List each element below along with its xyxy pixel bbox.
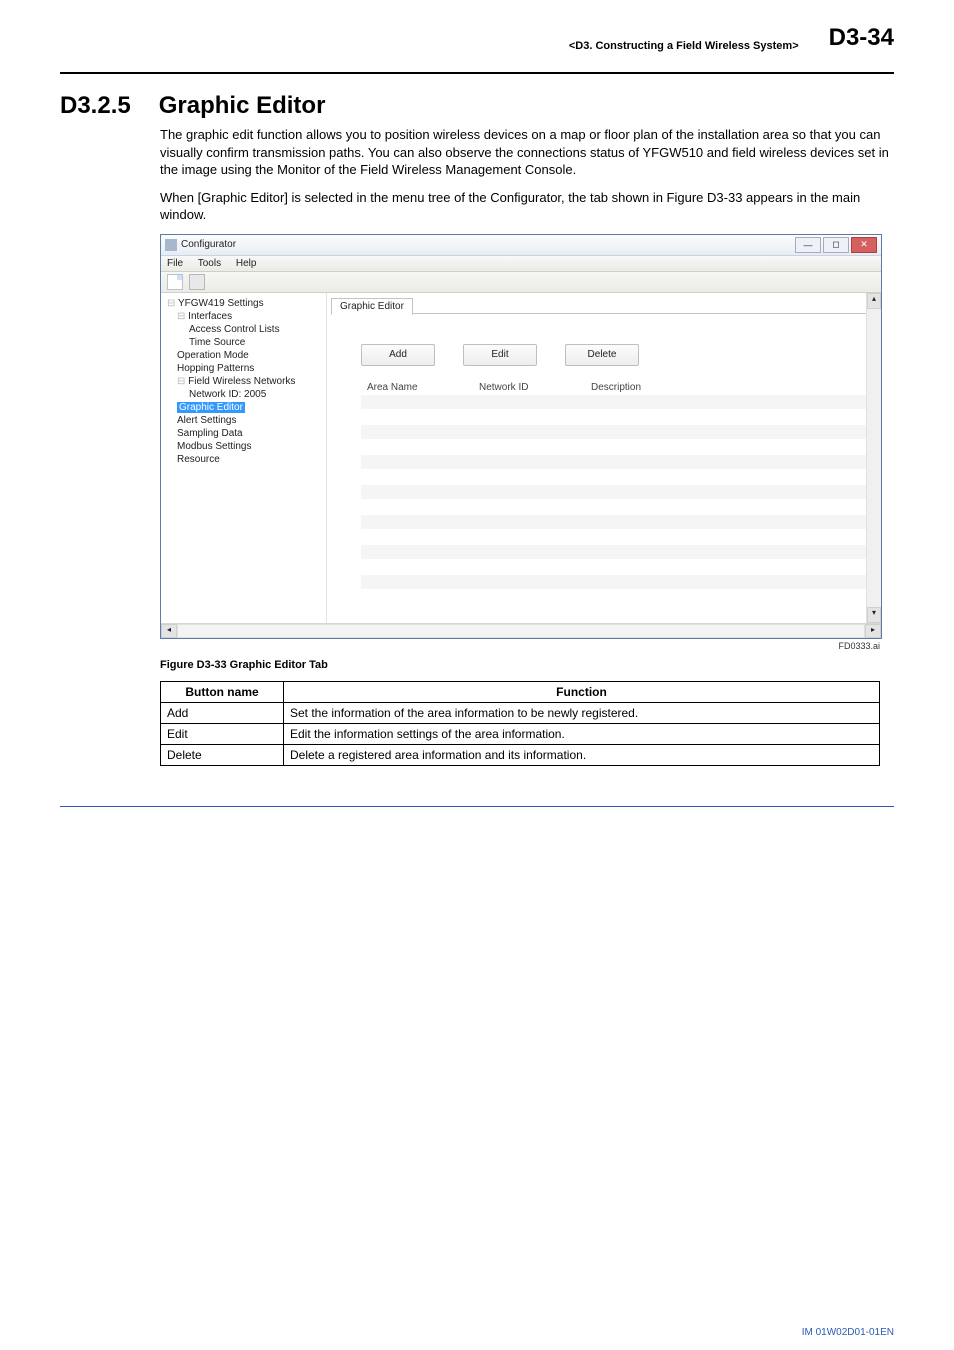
table-row[interactable] bbox=[361, 530, 873, 545]
cell-func: Delete a registered area information and… bbox=[284, 744, 880, 765]
minimize-button[interactable]: — bbox=[795, 237, 821, 253]
tree-pane[interactable]: ⊟ YFGW419 Settings ⊟ Interfaces Access C… bbox=[161, 293, 327, 623]
delete-button[interactable]: Delete bbox=[565, 344, 639, 366]
table-row[interactable] bbox=[361, 455, 873, 470]
grid-body[interactable] bbox=[361, 395, 873, 590]
tab-graphic-editor[interactable]: Graphic Editor bbox=[331, 298, 413, 315]
close-button[interactable]: ✕ bbox=[851, 237, 877, 253]
new-doc-icon[interactable] bbox=[167, 274, 183, 290]
tree-acl[interactable]: Access Control Lists bbox=[167, 323, 322, 336]
menu-file[interactable]: File bbox=[167, 258, 183, 269]
figure-caption: Figure D3-33 Graphic Editor Tab bbox=[160, 659, 894, 671]
tree-nid[interactable]: Network ID: 2005 bbox=[167, 388, 322, 401]
col-network-id[interactable]: Network ID bbox=[473, 380, 585, 395]
tree-resource[interactable]: Resource bbox=[167, 453, 322, 466]
tree-sampling[interactable]: Sampling Data bbox=[167, 427, 322, 440]
table-row[interactable] bbox=[361, 575, 873, 590]
table-row[interactable] bbox=[361, 500, 873, 515]
th-button-name: Button name bbox=[161, 681, 284, 702]
cell-func: Set the information of the area informat… bbox=[284, 702, 880, 723]
table-row[interactable] bbox=[361, 470, 873, 485]
tree-opmode[interactable]: Operation Mode bbox=[167, 349, 322, 362]
table-row[interactable] bbox=[361, 515, 873, 530]
tree-time[interactable]: Time Source bbox=[167, 336, 322, 349]
content-pane: Graphic Editor Add Edit Delete Area Name… bbox=[327, 293, 881, 623]
cell-name: Delete bbox=[161, 744, 284, 765]
tree-graphic-editor[interactable]: Graphic Editor bbox=[167, 401, 322, 414]
maximize-button[interactable]: ◻ bbox=[823, 237, 849, 253]
horizontal-scrollbar[interactable]: ◂ ▸ bbox=[161, 623, 881, 638]
menu-tools[interactable]: Tools bbox=[198, 258, 221, 269]
table-row: Add Set the information of the area info… bbox=[161, 702, 880, 723]
window-titlebar[interactable]: Configurator — ◻ ✕ bbox=[161, 235, 881, 256]
table-row[interactable] bbox=[361, 410, 873, 425]
scroll-right-icon[interactable]: ▸ bbox=[865, 624, 881, 638]
table-row: Edit Edit the information settings of th… bbox=[161, 723, 880, 744]
tree-root[interactable]: ⊟ YFGW419 Settings bbox=[167, 297, 322, 310]
tree-fwn[interactable]: ⊟ Field Wireless Networks bbox=[167, 375, 322, 388]
edit-button[interactable]: Edit bbox=[463, 344, 537, 366]
header-chapter: <D3. Constructing a Field Wireless Syste… bbox=[569, 40, 799, 52]
add-button[interactable]: Add bbox=[361, 344, 435, 366]
app-icon bbox=[165, 239, 177, 251]
col-area-name[interactable]: Area Name bbox=[361, 380, 473, 395]
function-table: Button name Function Add Set the informa… bbox=[160, 681, 880, 766]
cell-name: Edit bbox=[161, 723, 284, 744]
toolbar bbox=[161, 272, 881, 293]
tree-alert[interactable]: Alert Settings bbox=[167, 414, 322, 427]
paragraph-2: When [Graphic Editor] is selected in the… bbox=[160, 189, 894, 224]
vertical-scrollbar[interactable]: ▴ ▾ bbox=[866, 293, 881, 623]
window-title: Configurator bbox=[181, 239, 236, 250]
grid-header: Area Name Network ID Description bbox=[361, 380, 873, 395]
figure-id: FD0333.ai bbox=[160, 641, 880, 651]
scroll-left-icon[interactable]: ◂ bbox=[161, 624, 177, 638]
table-row[interactable] bbox=[361, 440, 873, 455]
table-row[interactable] bbox=[361, 425, 873, 440]
col-description[interactable]: Description bbox=[585, 380, 873, 395]
configurator-window: Configurator — ◻ ✕ File Tools Help bbox=[160, 234, 882, 639]
table-row[interactable] bbox=[361, 560, 873, 575]
scroll-up-icon[interactable]: ▴ bbox=[867, 293, 881, 309]
tree-modbus[interactable]: Modbus Settings bbox=[167, 440, 322, 453]
section-title: Graphic Editor bbox=[159, 92, 326, 119]
table-row: Delete Delete a registered area informat… bbox=[161, 744, 880, 765]
menu-bar: File Tools Help bbox=[161, 256, 881, 272]
paragraph-1: The graphic edit function allows you to … bbox=[160, 126, 894, 179]
cell-name: Add bbox=[161, 702, 284, 723]
header-page-number: D3-34 bbox=[829, 24, 894, 52]
section-number: D3.2.5 bbox=[60, 92, 131, 120]
footer-doc-id: IM 01W02D01-01EN bbox=[0, 1327, 954, 1338]
tree-interfaces[interactable]: ⊟ Interfaces bbox=[167, 310, 322, 323]
th-function: Function bbox=[284, 681, 880, 702]
section-heading: D3.2.5 Graphic Editor bbox=[60, 92, 894, 120]
tool-icon[interactable] bbox=[189, 274, 205, 290]
scroll-down-icon[interactable]: ▾ bbox=[867, 607, 881, 623]
menu-help[interactable]: Help bbox=[236, 258, 257, 269]
table-row[interactable] bbox=[361, 395, 873, 410]
cell-func: Edit the information settings of the are… bbox=[284, 723, 880, 744]
tree-hopping[interactable]: Hopping Patterns bbox=[167, 362, 322, 375]
table-row[interactable] bbox=[361, 485, 873, 500]
table-row[interactable] bbox=[361, 545, 873, 560]
